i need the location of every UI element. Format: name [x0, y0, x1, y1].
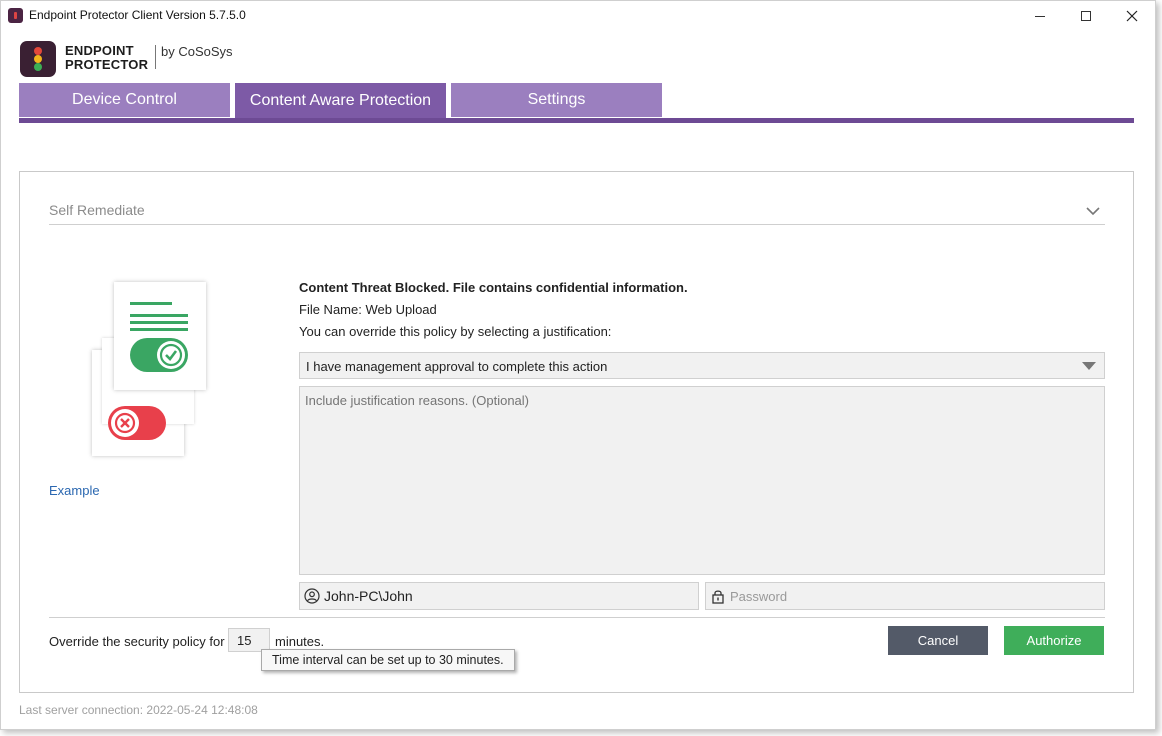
logo-divider	[155, 45, 156, 69]
maximize-icon	[1081, 11, 1091, 21]
chevron-down-icon[interactable]	[1086, 204, 1100, 218]
minimize-button[interactable]	[1017, 1, 1063, 31]
minimize-icon	[1035, 15, 1045, 17]
title-bar: Endpoint Protector Client Version 5.7.5.…	[1, 1, 1155, 31]
password-field[interactable]: Password	[705, 582, 1105, 610]
logo-line-1: ENDPOINT	[65, 43, 134, 58]
tab-content-aware-protection[interactable]: Content Aware Protection	[235, 83, 446, 119]
section-divider	[49, 224, 1105, 225]
lock-icon	[706, 583, 730, 609]
cancel-button[interactable]: Cancel	[888, 626, 988, 655]
override-duration-label: Override the security policy for	[49, 634, 225, 649]
approved-toggle-icon	[130, 338, 188, 372]
x-icon	[114, 412, 136, 434]
username-value: John-PC\John	[324, 588, 413, 604]
password-placeholder: Password	[730, 588, 788, 604]
override-hint: You can override this policy by selectin…	[299, 324, 612, 339]
tab-device-control[interactable]: Device Control	[19, 83, 230, 117]
window-title: Endpoint Protector Client Version 5.7.5.…	[29, 8, 246, 22]
blocked-toggle-icon	[108, 406, 166, 440]
threat-blocked-title: Content Threat Blocked. File contains co…	[299, 280, 688, 295]
checkmark-icon	[159, 343, 183, 367]
minutes-suffix: minutes.	[275, 634, 325, 649]
close-button[interactable]	[1109, 1, 1155, 31]
username-field[interactable]: John-PC\John	[299, 582, 699, 610]
document-front-icon	[114, 282, 206, 390]
section-title: Self Remediate	[49, 202, 145, 218]
justification-selected-value: I have management approval to complete t…	[306, 359, 608, 374]
tab-settings[interactable]: Settings	[451, 83, 662, 117]
authorize-button[interactable]: Authorize	[1004, 626, 1104, 655]
policy-illustration	[90, 282, 230, 462]
app-window: Endpoint Protector Client Version 5.7.5.…	[0, 0, 1156, 730]
file-name-label: File Name: Web Upload	[299, 302, 437, 317]
justification-reasons-textarea[interactable]	[299, 386, 1105, 575]
logo-byline: by CoSoSys	[161, 44, 233, 59]
self-remediate-panel: Self Remediate Example Content Threat Bl…	[19, 171, 1134, 693]
minutes-tooltip: Time interval can be set up to 30 minute…	[261, 649, 515, 671]
logo-text: ENDPOINT PROTECTOR	[65, 44, 148, 72]
traffic-light-logo-icon	[20, 41, 56, 77]
example-link[interactable]: Example	[49, 483, 100, 498]
close-icon	[1126, 10, 1138, 22]
tab-underline-bar	[19, 118, 1134, 123]
last-server-connection: Last server connection: 2022-05-24 12:48…	[19, 703, 258, 717]
footer-divider	[49, 617, 1105, 618]
logo-line-2: PROTECTOR	[65, 57, 149, 72]
app-icon	[8, 8, 23, 23]
maximize-button[interactable]	[1063, 1, 1109, 31]
dropdown-arrow-icon	[1082, 362, 1096, 370]
justification-select[interactable]: I have management approval to complete t…	[299, 352, 1105, 379]
user-icon	[300, 583, 324, 609]
